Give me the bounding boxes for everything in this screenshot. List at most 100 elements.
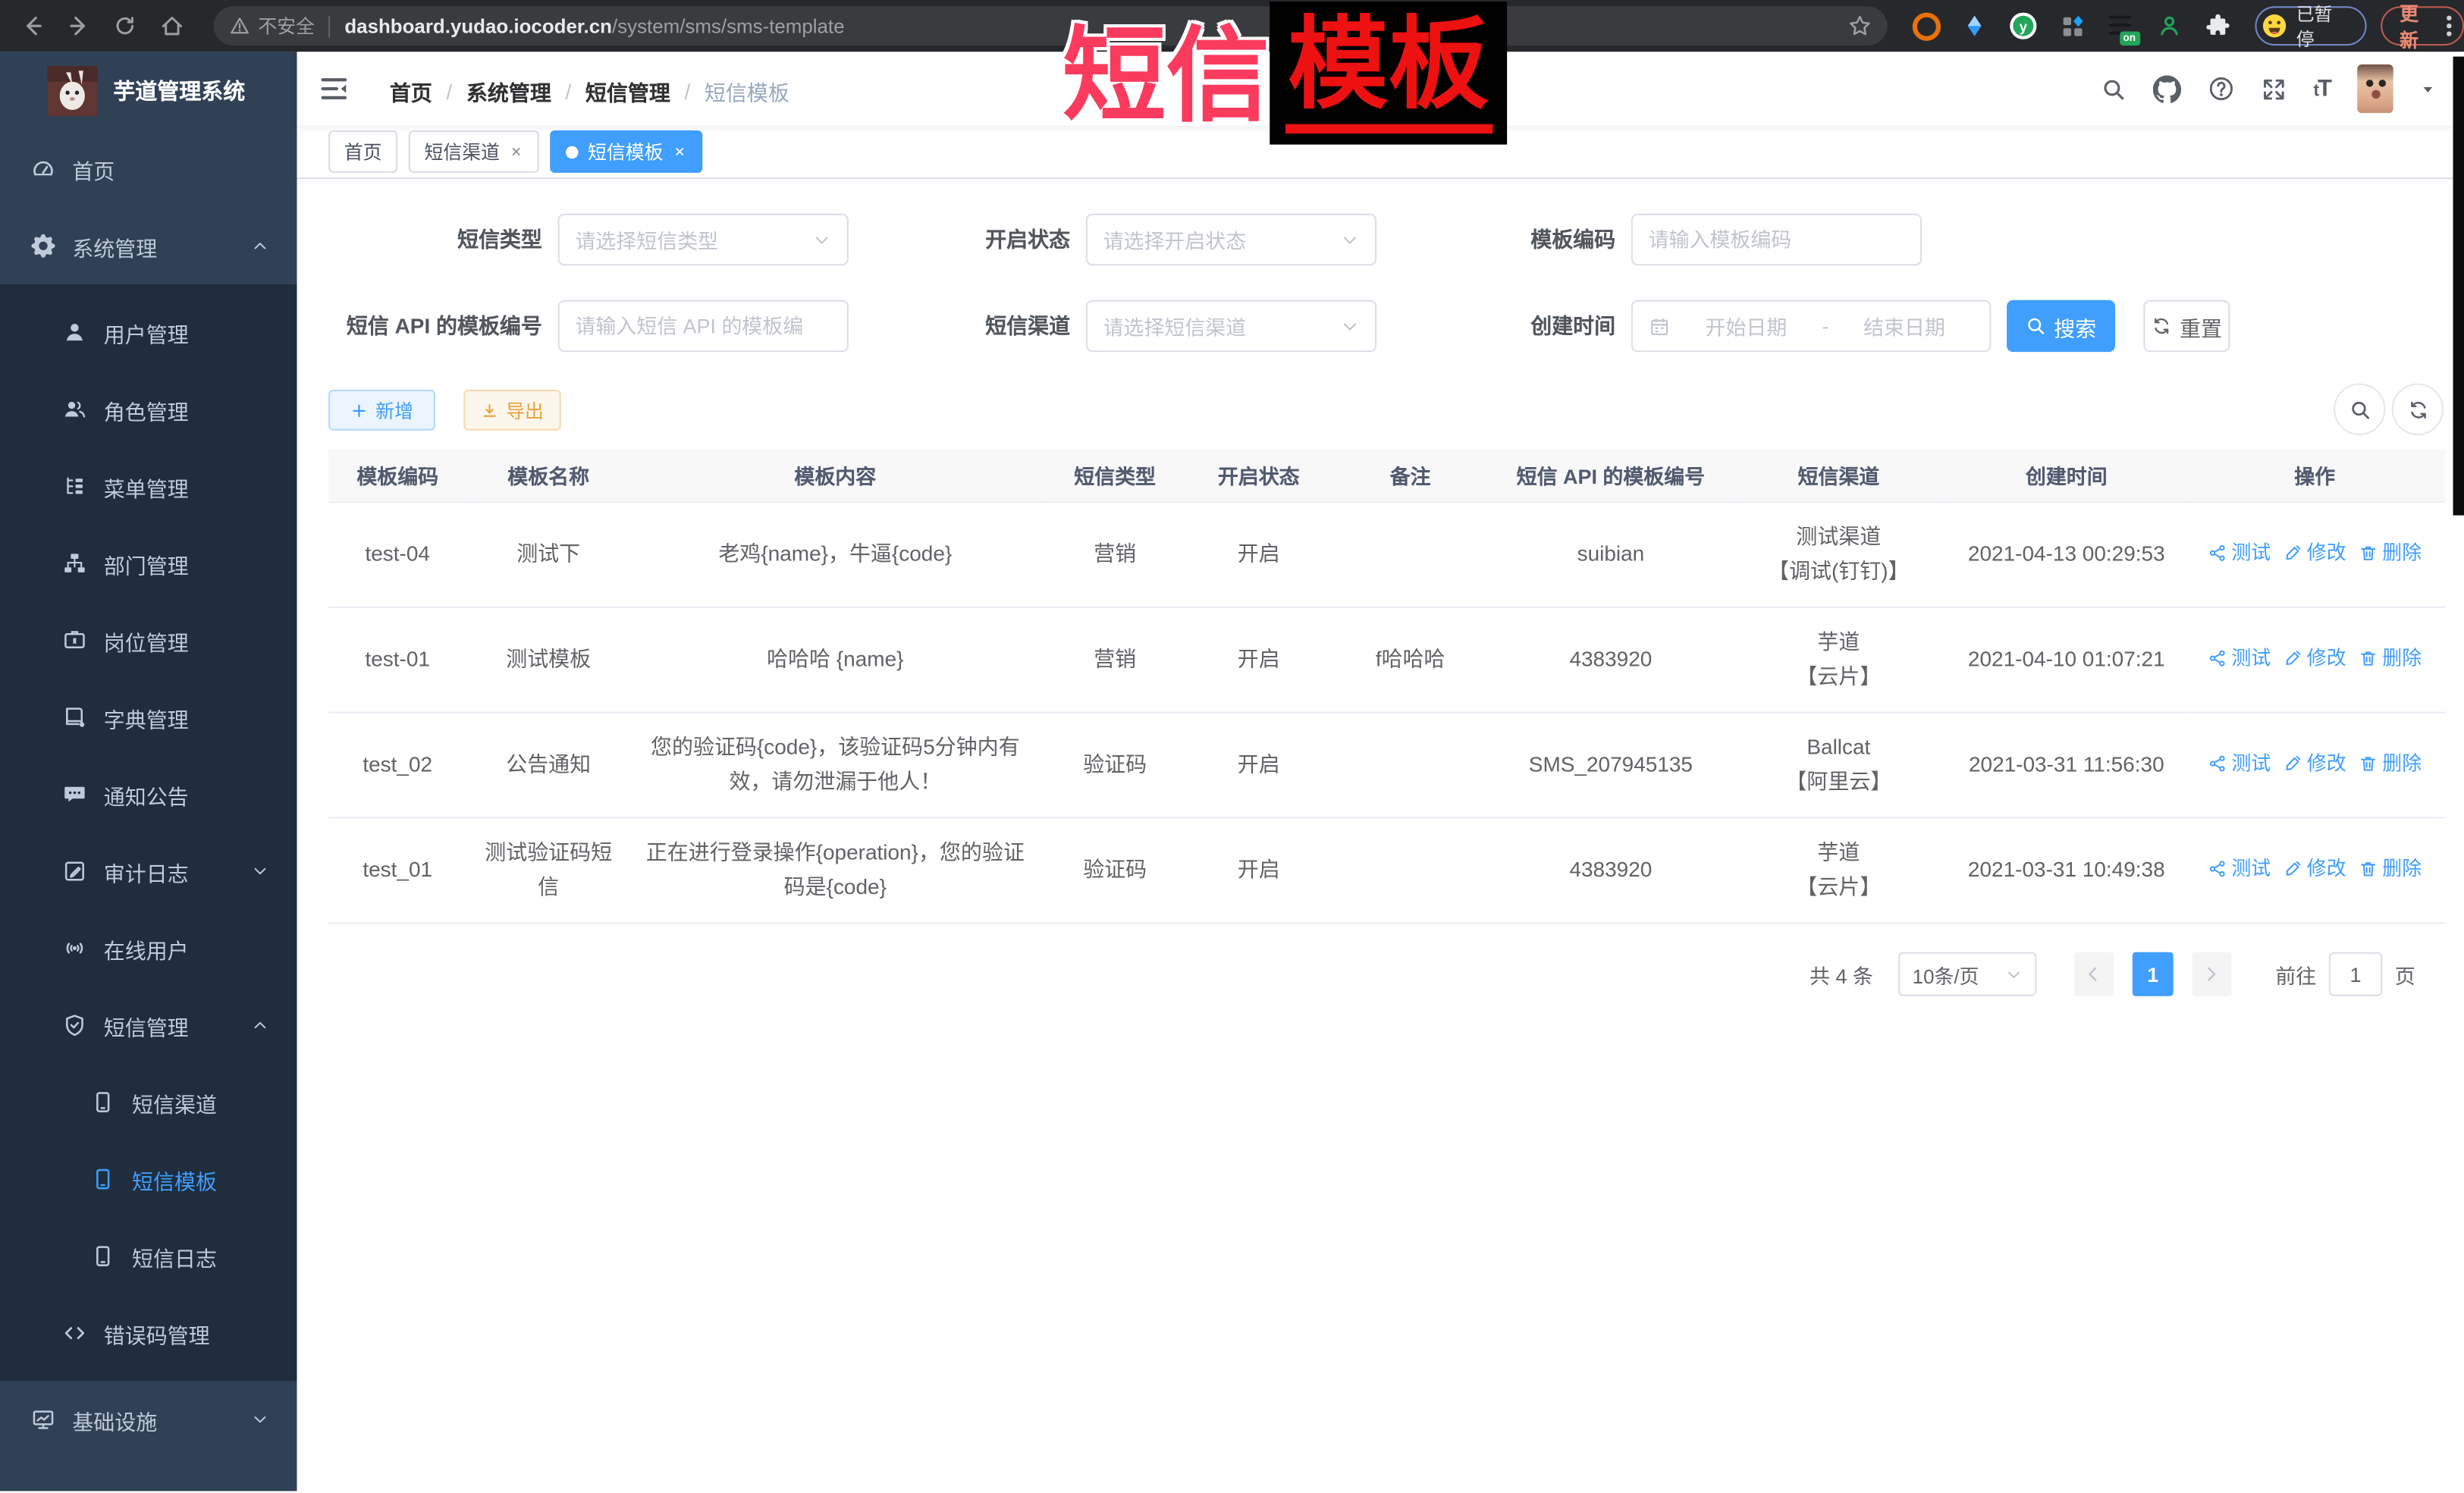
browser-menu-kebab-icon[interactable] [2447, 16, 2451, 36]
search-button[interactable]: 搜索 [2007, 300, 2115, 352]
browser-forward-button[interactable] [59, 5, 99, 46]
extension-y-icon[interactable]: y [2009, 12, 2037, 40]
channel-select[interactable]: 请选择短信渠道 [1086, 300, 1376, 352]
pagination-total: 共 4 条 [1810, 959, 1873, 989]
edit-action-button[interactable]: 修改 [2284, 853, 2346, 884]
breadcrumb-system[interactable]: 系统管理 [466, 75, 551, 106]
edit-icon [2284, 754, 2302, 773]
font-size-icon[interactable]: tT [2313, 75, 2330, 102]
sidebar-item-roles[interactable]: 角色管理 [0, 371, 297, 448]
browser-home-button[interactable] [152, 5, 192, 46]
table-search-toggle-button[interactable] [2334, 384, 2385, 435]
share-icon [2208, 648, 2227, 667]
test-action-button[interactable]: 测试 [2208, 748, 2271, 779]
fullscreen-icon[interactable] [2262, 76, 2287, 101]
edit-action-button[interactable]: 修改 [2284, 642, 2346, 673]
sidebar-item-posts[interactable]: 岗位管理 [0, 602, 297, 679]
sidebar-item-dictionary[interactable]: 字典管理 [0, 679, 297, 756]
chevron-up-icon [252, 1017, 269, 1034]
trash-icon [2359, 859, 2378, 878]
extension-ring-icon[interactable] [1912, 12, 1940, 40]
online-users-icon [63, 936, 86, 960]
sidebar-item-menus[interactable]: 菜单管理 [0, 448, 297, 525]
chevron-left-icon [2085, 964, 2104, 983]
start-date-placeholder[interactable]: 开始日期 [1677, 311, 1816, 340]
prev-page-button[interactable] [2074, 952, 2114, 996]
sidebar-item-infrastructure[interactable]: 基础设施 [0, 1381, 297, 1458]
sidebar-item-users[interactable]: 用户管理 [0, 293, 297, 371]
test-action-button[interactable]: 测试 [2208, 642, 2271, 673]
browser-reload-button[interactable] [105, 5, 146, 46]
page-number-current[interactable]: 1 [2133, 952, 2174, 996]
test-action-button[interactable]: 测试 [2208, 537, 2271, 568]
delete-action-button[interactable]: 删除 [2359, 642, 2422, 673]
close-icon[interactable] [673, 145, 687, 159]
help-icon[interactable] [2208, 75, 2235, 102]
plus-icon [350, 401, 368, 419]
delete-action-button[interactable]: 删除 [2359, 537, 2422, 568]
mobile-icon [91, 1244, 115, 1268]
sidebar-item-announcements[interactable]: 通知公告 [0, 756, 297, 833]
browser-back-button[interactable] [13, 5, 53, 46]
next-page-button[interactable] [2192, 952, 2232, 996]
delete-action-button[interactable]: 删除 [2359, 748, 2422, 779]
main-area: 首页 / 系统管理 / 短信管理 / 短信模板 tT 首页 短信渠道 [297, 52, 2464, 1491]
sidebar-item-sms-channel[interactable]: 短信渠道 [0, 1064, 297, 1141]
test-action-button[interactable]: 测试 [2208, 853, 2271, 884]
bookmark-star-icon[interactable] [1847, 14, 1871, 38]
browser-update-button[interactable]: 更新 [2381, 6, 2464, 45]
template-code-input[interactable] [1633, 215, 1920, 264]
status-select[interactable]: 请选择开启状态 [1086, 214, 1376, 265]
chevron-down-icon [252, 1411, 269, 1429]
sidebar-item-home[interactable]: 首页 [0, 130, 297, 208]
tags-view-bar: 首页 短信渠道 短信模板 [297, 126, 2464, 179]
edit-action-button[interactable]: 修改 [2284, 537, 2346, 568]
reset-button[interactable]: 重置 [2143, 300, 2230, 352]
extensions-row: y on [1912, 12, 2233, 40]
page-unit-label: 页 [2395, 959, 2415, 989]
sidebar-item-sms[interactable]: 短信管理 [0, 986, 297, 1064]
tab-sms-channel[interactable]: 短信渠道 [409, 130, 539, 173]
sidebar-item-departments[interactable]: 部门管理 [0, 525, 297, 602]
add-button[interactable]: 新增 [328, 390, 435, 431]
extension-list-on-icon[interactable]: on [2107, 12, 2135, 40]
hamburger-icon[interactable] [319, 74, 349, 103]
screen-edge-artifact [2453, 57, 2464, 516]
profile-paused-badge[interactable]: 已暂停 [2254, 6, 2366, 45]
sidebar-item-error-codes[interactable]: 错误码管理 [0, 1294, 297, 1372]
chevron-down-icon [812, 231, 831, 249]
tab-home[interactable]: 首页 [328, 130, 397, 173]
extension-person-icon[interactable] [2155, 12, 2183, 40]
sidebar-item-online-users[interactable]: 在线用户 [0, 910, 297, 987]
sidebar-item-sms-template[interactable]: 短信模板 [0, 1140, 297, 1218]
goto-page-input[interactable] [2329, 952, 2382, 996]
delete-action-button[interactable]: 删除 [2359, 853, 2422, 884]
breadcrumb-sms[interactable]: 短信管理 [585, 75, 670, 106]
download-icon [481, 401, 498, 419]
end-date-placeholder[interactable]: 结束日期 [1835, 311, 1974, 340]
table-refresh-button[interactable] [2392, 384, 2444, 435]
url-path: /system/sms/sms-template [612, 15, 845, 37]
export-button[interactable]: 导出 [463, 390, 560, 431]
search-icon[interactable] [2101, 76, 2127, 101]
create-time-range-picker[interactable]: 开始日期 - 结束日期 [1631, 300, 1992, 352]
dictionary-icon [63, 705, 86, 729]
sidebar-item-audit-log[interactable]: 审计日志 [0, 833, 297, 910]
api-template-id-input[interactable] [560, 302, 847, 350]
sidebar-item-system[interactable]: 系统管理 [0, 208, 297, 285]
sidebar-item-sms-log[interactable]: 短信日志 [0, 1218, 297, 1295]
user-avatar[interactable] [2357, 64, 2393, 113]
close-icon[interactable] [509, 145, 523, 159]
sms-type-select[interactable]: 请选择短信类型 [558, 214, 849, 265]
avatar-caret-down-icon[interactable] [2420, 81, 2436, 97]
extensions-puzzle-icon[interactable] [2204, 12, 2232, 40]
edit-action-button[interactable]: 修改 [2284, 748, 2346, 779]
github-icon[interactable] [2153, 74, 2181, 102]
tab-sms-template[interactable]: 短信模板 [550, 130, 702, 173]
code-icon [63, 1322, 86, 1345]
address-bar[interactable]: 不安全 dashboard.yudao.iocoder.cn/system/sm… [214, 6, 1886, 45]
extension-gem-icon[interactable] [1960, 12, 1988, 40]
page-size-select[interactable]: 10条/页 [1898, 952, 2036, 996]
extension-grid-icon[interactable] [2058, 12, 2086, 40]
breadcrumb-home[interactable]: 首页 [390, 75, 432, 106]
